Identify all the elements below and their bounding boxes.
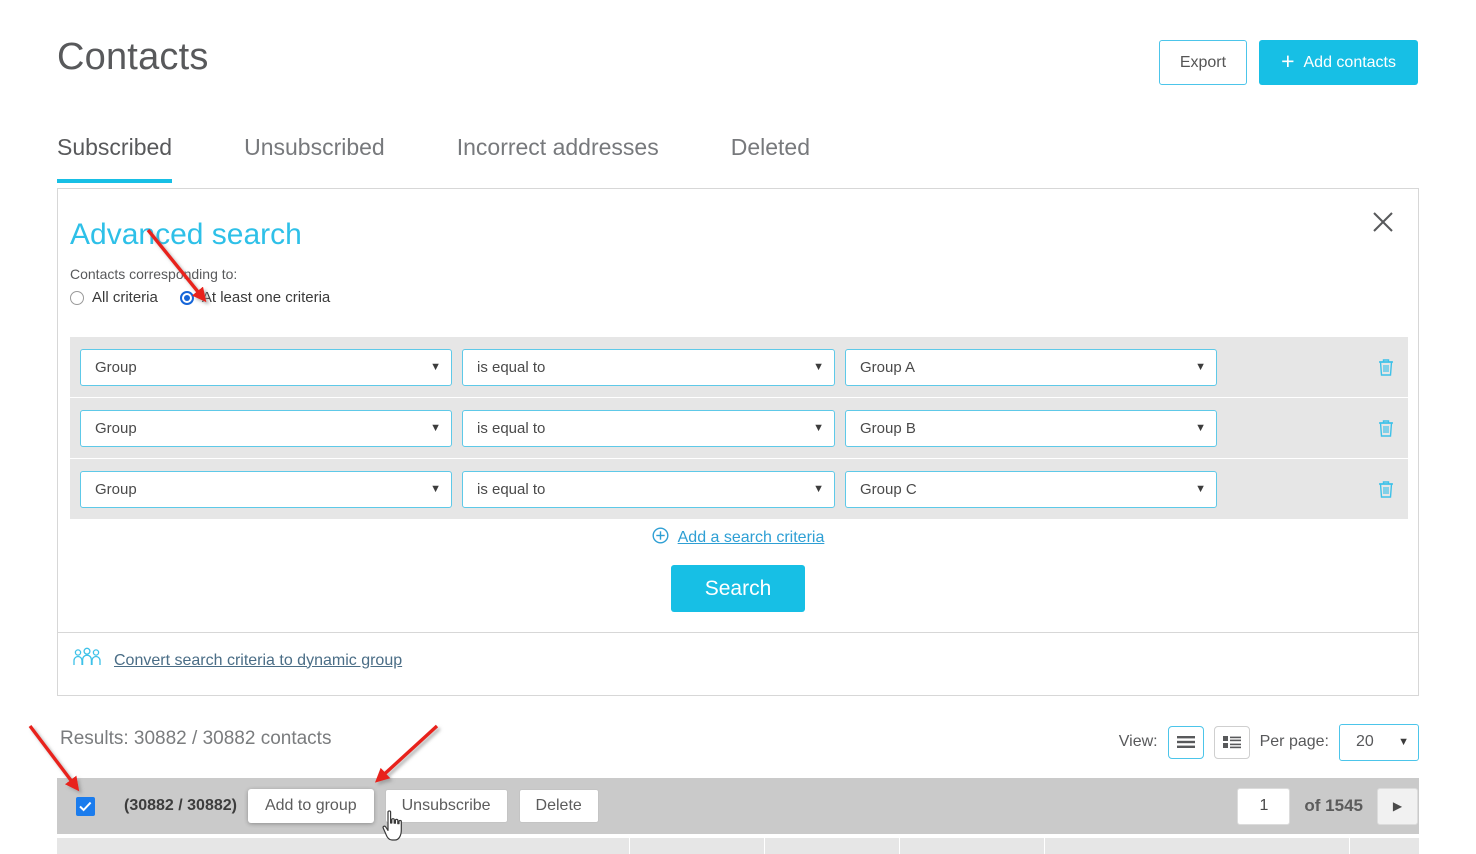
tab-incorrect-addresses[interactable]: Incorrect addresses [457, 134, 659, 183]
criteria-operator-value: is equal to [477, 358, 546, 376]
tab-deleted[interactable]: Deleted [731, 134, 810, 183]
plus-icon: + [1281, 48, 1295, 74]
criteria-field-value: Group [95, 358, 137, 376]
radio-all-criteria-label: All criteria [92, 289, 158, 306]
table-header-cell [900, 838, 1045, 854]
advanced-search-panel: Advanced search Contacts corresponding t… [57, 188, 1419, 696]
criteria-operator-select-1[interactable]: is equal to ▼ [462, 348, 835, 386]
criteria-value-select-2[interactable]: Group B ▼ [845, 409, 1217, 447]
advanced-search-subtitle: Contacts corresponding to: [70, 266, 238, 282]
radio-at-least-one-criteria-label: At least one criteria [201, 289, 331, 306]
add-search-criteria-label: Add a search criteria [677, 529, 825, 546]
panel-divider [58, 632, 1418, 633]
close-icon[interactable] [1368, 207, 1398, 237]
criteria-value-select-1[interactable]: Group A ▼ [845, 348, 1217, 386]
view-label: View: [1118, 733, 1158, 750]
add-to-group-button[interactable]: Add to group [247, 789, 374, 823]
grid-view-icon[interactable] [1213, 725, 1250, 759]
view-controls: View: Per page: 20 ▼ [1119, 718, 1419, 766]
header-actions: Export + Add contacts [1158, 40, 1418, 85]
delete-button[interactable]: Delete [518, 789, 599, 823]
advanced-search-title: Advanced search [70, 218, 302, 251]
convert-to-dynamic-group-link[interactable]: Convert search criteria to dynamic group [114, 652, 402, 670]
add-contacts-button[interactable]: + Add contacts [1259, 40, 1418, 85]
criteria-operator-select-3[interactable]: is equal to ▼ [462, 470, 835, 508]
search-button-wrapper: Search [58, 565, 1418, 612]
per-page-value: 20 [1356, 733, 1374, 750]
criteria-field-value: Group [95, 480, 137, 498]
table-header-cell [1350, 838, 1418, 854]
chevron-down-icon: ▼ [813, 422, 824, 434]
chevron-down-icon: ▼ [430, 361, 441, 373]
add-search-criteria-link[interactable]: Add a search criteria [652, 527, 825, 549]
criteria-rows: Group ▼ is equal to ▼ Group A ▼ Group ▼ … [70, 337, 1408, 520]
radio-all-criteria[interactable]: All criteria [70, 289, 158, 306]
selected-count: (30882 / 30882) [124, 797, 237, 814]
criteria-value-value: Group B [860, 419, 916, 437]
convert-to-dynamic-group-row: Convert search criteria to dynamic group [72, 647, 402, 674]
table-header-cell [630, 838, 765, 854]
criteria-field-select-1[interactable]: Group ▼ [80, 348, 452, 386]
contacts-table-header [57, 838, 1419, 854]
chevron-down-icon: ▼ [813, 361, 824, 373]
pagination: of 1545 ▶ [1237, 778, 1419, 834]
results-bar: Results: 30882 / 30882 contacts View: Pe… [57, 718, 1419, 774]
table-header-cell [57, 838, 630, 854]
contacts-tabs: Subscribed Unsubscribed Incorrect addres… [57, 134, 882, 183]
criteria-field-value: Group [95, 419, 137, 437]
people-group-icon [72, 647, 102, 674]
criteria-field-select-2[interactable]: Group ▼ [80, 409, 452, 447]
chevron-right-icon[interactable]: ▶ [1377, 787, 1418, 825]
radio-at-least-one-criteria[interactable]: At least one criteria [179, 289, 331, 306]
criteria-field-select-3[interactable]: Group ▼ [80, 470, 452, 508]
search-button[interactable]: Search [671, 565, 805, 612]
criteria-value-value: Group A [860, 358, 916, 376]
per-page-label: Per page: [1259, 733, 1329, 750]
criteria-operator-value: is equal to [477, 480, 546, 498]
radio-dot-icon [70, 290, 84, 305]
criteria-operator-select-2[interactable]: is equal to ▼ [462, 409, 835, 447]
list-view-icon[interactable] [1167, 725, 1204, 759]
results-count: Results: 30882 / 30882 contacts [60, 728, 332, 749]
trash-icon[interactable] [1375, 477, 1397, 501]
selection-toolbar: (30882 / 30882) Add to group Unsubscribe… [57, 778, 1419, 834]
criteria-operator-value: is equal to [477, 419, 546, 437]
mouse-cursor-pointer [382, 810, 402, 841]
criteria-row: Group ▼ is equal to ▼ Group C ▼ [70, 459, 1408, 520]
checkmark-icon [79, 801, 92, 811]
chevron-down-icon: ▼ [1195, 483, 1206, 495]
match-mode-radio-group: All criteria At least one criteria [70, 289, 352, 306]
table-header-cell [765, 838, 900, 854]
chevron-down-icon: ▼ [813, 483, 824, 495]
page-number-input[interactable] [1237, 787, 1291, 825]
trash-icon[interactable] [1375, 416, 1397, 440]
per-page-select[interactable]: 20 ▼ [1339, 723, 1419, 761]
add-criteria-wrapper: Add a search criteria [58, 527, 1418, 549]
plus-circle-icon [652, 527, 669, 549]
table-header-cell [1045, 838, 1350, 854]
page-title: Contacts [57, 36, 209, 78]
tab-unsubscribed[interactable]: Unsubscribed [244, 134, 385, 183]
radio-dot-icon [179, 290, 194, 305]
trash-icon[interactable] [1375, 355, 1397, 379]
criteria-value-value: Group C [860, 480, 917, 498]
criteria-row: Group ▼ is equal to ▼ Group B ▼ [70, 398, 1408, 459]
page-header: Contacts Export + Add contacts [0, 0, 1476, 118]
page-total-label: of 1545 [1304, 796, 1363, 815]
chevron-down-icon: ▼ [1195, 422, 1206, 434]
chevron-down-icon: ▼ [1195, 361, 1206, 373]
criteria-row: Group ▼ is equal to ▼ Group A ▼ [70, 337, 1408, 398]
export-button[interactable]: Export [1158, 40, 1248, 85]
chevron-down-icon: ▼ [430, 422, 441, 434]
chevron-down-icon: ▼ [1398, 736, 1409, 748]
select-all-checkbox[interactable] [76, 796, 95, 816]
add-contacts-label: Add contacts [1303, 53, 1397, 71]
criteria-value-select-3[interactable]: Group C ▼ [845, 470, 1217, 508]
chevron-down-icon: ▼ [430, 483, 441, 495]
tab-subscribed[interactable]: Subscribed [57, 134, 173, 183]
